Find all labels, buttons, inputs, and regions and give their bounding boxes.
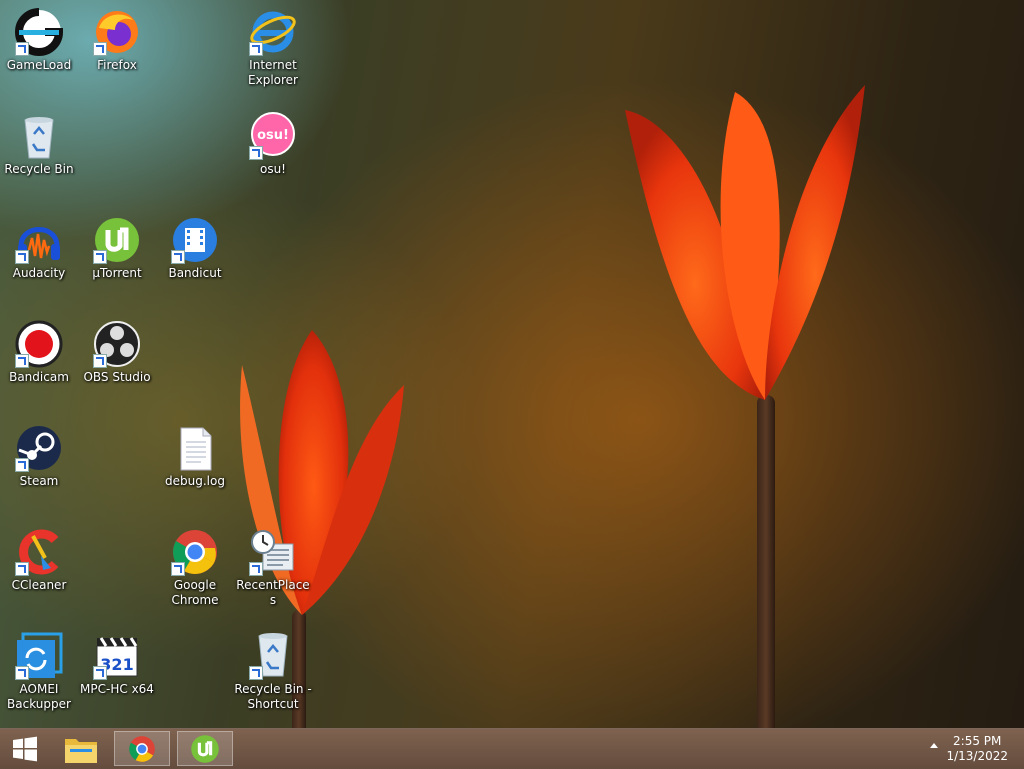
- utorrent-icon: [93, 216, 141, 264]
- wallpaper-tulip-right: [625, 85, 865, 400]
- shortcut-arrow-icon: [15, 354, 29, 368]
- steam-icon: [15, 424, 63, 472]
- desktop[interactable]: GameLoad Firefox Internet Explorer Recyc…: [0, 0, 1024, 728]
- taskbar-utorrent[interactable]: [177, 731, 233, 766]
- utorrent-icon: [191, 734, 219, 763]
- shortcut-arrow-icon: [15, 666, 29, 680]
- taskbar-file-explorer[interactable]: [53, 731, 109, 766]
- desktop-icon-label: Audacity: [12, 266, 66, 280]
- desktop-icon-label: Firefox: [97, 58, 137, 72]
- desktop-icon-audacity[interactable]: Audacity: [0, 216, 78, 281]
- desktop-icon-label: CCleaner: [11, 578, 67, 592]
- desktop-icon-label: GameLoad: [6, 58, 72, 72]
- wallpaper-stem-right: [757, 395, 775, 728]
- shortcut-arrow-icon: [93, 354, 107, 368]
- recycle-bin-icon: [249, 632, 297, 680]
- shortcut-arrow-icon: [171, 250, 185, 264]
- desktop-icon-label: OBS Studio: [83, 370, 151, 384]
- shortcut-arrow-icon: [249, 562, 263, 576]
- bandicam-icon: [15, 320, 63, 368]
- mpc-hc-icon: 321: [93, 632, 141, 680]
- desktop-icon-label: Bandicam: [9, 370, 69, 384]
- aomei-backupper-icon: [15, 632, 63, 680]
- desktop-icon-label: Recycle Bin - Shortcut: [234, 682, 312, 711]
- shortcut-arrow-icon: [249, 42, 263, 56]
- shortcut-arrow-icon: [249, 146, 263, 160]
- desktop-icon-internet-explorer[interactable]: Internet Explorer: [234, 8, 312, 88]
- desktop-icon-label: Bandicut: [168, 266, 222, 280]
- desktop-icon-label: AOMEI Backupper: [7, 682, 71, 711]
- show-hidden-icons-button[interactable]: [930, 743, 938, 748]
- desktop-icon-bandicut[interactable]: Bandicut: [156, 216, 234, 281]
- desktop-icon-label: Internet Explorer: [248, 58, 298, 87]
- desktop-icon-debug-log[interactable]: debug.log: [156, 424, 234, 489]
- desktop-icon-label: Google Chrome: [171, 578, 219, 607]
- shortcut-arrow-icon: [15, 458, 29, 472]
- shortcut-arrow-icon: [93, 250, 107, 264]
- shortcut-arrow-icon: [171, 562, 185, 576]
- desktop-icon-label: RecentPlaces: [236, 578, 310, 607]
- shortcut-arrow-icon: [249, 666, 263, 680]
- desktop-icon-recent-places[interactable]: RecentPlaces: [234, 528, 312, 608]
- chrome-icon: [171, 528, 219, 576]
- desktop-icon-obs-studio[interactable]: OBS Studio: [78, 320, 156, 385]
- desktop-icon-google-chrome[interactable]: Google Chrome: [156, 528, 234, 608]
- recent-places-icon: [249, 528, 297, 576]
- clock-date: 1/13/2022: [946, 749, 1008, 763]
- desktop-icon-ccleaner[interactable]: CCleaner: [0, 528, 78, 593]
- desktop-icon-label: Steam: [19, 474, 59, 488]
- shortcut-arrow-icon: [15, 250, 29, 264]
- desktop-icon-aomei-backupper[interactable]: AOMEI Backupper: [0, 632, 78, 712]
- desktop-icon-osu[interactable]: osu! osu!: [234, 112, 312, 177]
- shortcut-arrow-icon: [15, 562, 29, 576]
- desktop-icon-label: Recycle Bin: [4, 162, 74, 176]
- gameload-icon: [15, 8, 64, 56]
- desktop-icon-bandicam[interactable]: Bandicam: [0, 320, 78, 385]
- svg-text:osu!: osu!: [257, 128, 289, 143]
- desktop-icon-recycle-bin-shortcut[interactable]: Recycle Bin - Shortcut: [234, 632, 312, 712]
- taskbar-chrome[interactable]: [114, 731, 170, 766]
- audacity-icon: [15, 216, 63, 264]
- desktop-icon-utorrent[interactable]: µTorrent: [78, 216, 156, 281]
- desktop-icon-gameload[interactable]: GameLoad: [0, 8, 78, 73]
- bandicut-icon: [171, 216, 219, 264]
- desktop-icon-label: µTorrent: [92, 266, 142, 280]
- desktop-icon-label: osu!: [259, 162, 286, 176]
- taskbar-clock[interactable]: 2:55 PM 1/13/2022: [946, 734, 1008, 764]
- firefox-icon: [93, 8, 141, 56]
- desktop-icon-label: MPC-HC x64: [80, 682, 154, 696]
- shortcut-arrow-icon: [93, 666, 107, 680]
- shortcut-arrow-icon: [15, 42, 29, 56]
- start-button[interactable]: [0, 731, 50, 766]
- windows-start-icon: [13, 736, 37, 761]
- shortcut-arrow-icon: [93, 42, 107, 56]
- desktop-icon-mpc-hc[interactable]: 321 MPC-HC x64: [78, 632, 156, 697]
- clock-time: 2:55 PM: [953, 734, 1002, 748]
- chrome-icon: [129, 735, 155, 762]
- ccleaner-icon: [15, 528, 63, 576]
- file-explorer-icon: [65, 738, 97, 763]
- obs-studio-icon: [93, 320, 141, 368]
- internet-explorer-icon: [249, 8, 297, 56]
- desktop-icon-recycle-bin[interactable]: Recycle Bin: [0, 112, 78, 177]
- osu-icon: osu!: [249, 112, 297, 160]
- desktop-icon-label: debug.log: [165, 474, 225, 488]
- desktop-icon-steam[interactable]: Steam: [0, 424, 78, 489]
- text-file-icon: [171, 424, 219, 472]
- taskbar: 2:55 PM 1/13/2022: [0, 728, 1024, 769]
- desktop-icon-firefox[interactable]: Firefox: [78, 8, 156, 73]
- recycle-bin-icon: [15, 112, 63, 160]
